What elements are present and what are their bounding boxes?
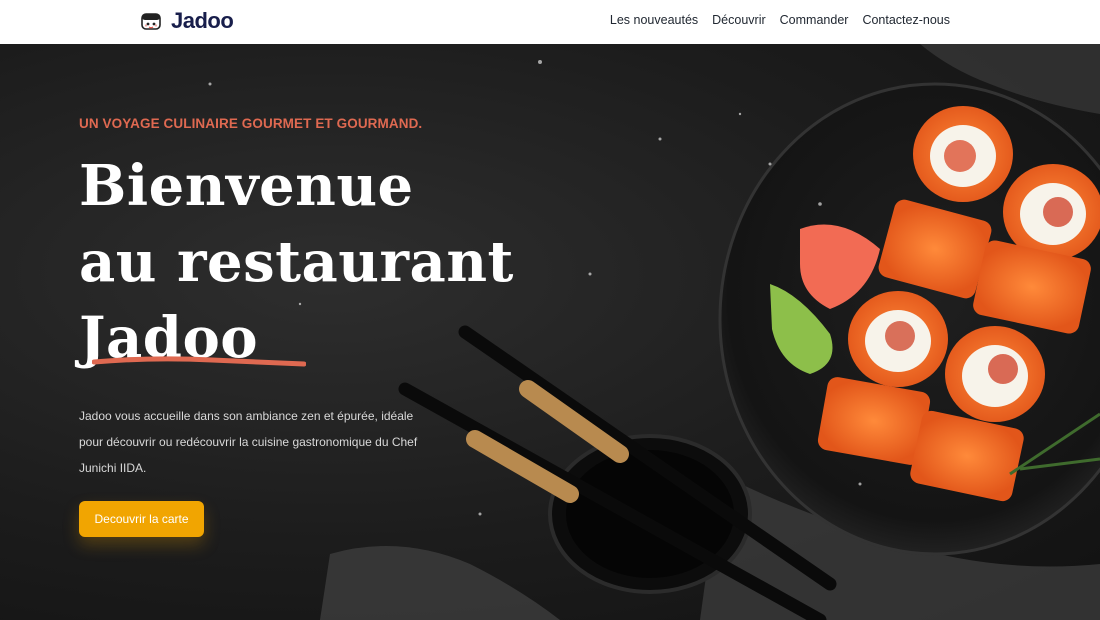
headline-line-1: Bienvenue bbox=[79, 153, 414, 219]
headline-underline bbox=[92, 356, 306, 367]
hero-headline: Bienvenue au restaurant Jadoo bbox=[79, 148, 514, 376]
nav-link-decouvrir[interactable]: Découvrir bbox=[712, 13, 766, 27]
nav-link-commander[interactable]: Commander bbox=[780, 13, 849, 27]
nav-link-contact[interactable]: Contactez-nous bbox=[862, 13, 950, 27]
hero-eyebrow: UN VOYAGE CULINAIRE GOURMET ET GOURMAND. bbox=[79, 116, 423, 131]
brand-logo[interactable]: Jadoo bbox=[140, 8, 234, 34]
navbar: Jadoo Les nouveautés Découvrir Commander… bbox=[0, 0, 1100, 44]
hero-section: UN VOYAGE CULINAIRE GOURMET ET GOURMAND.… bbox=[0, 44, 1100, 620]
main-nav: Les nouveautés Découvrir Commander Conta… bbox=[610, 13, 950, 27]
headline-line-2: au restaurant bbox=[79, 229, 514, 295]
sushi-logo-icon bbox=[141, 13, 161, 30]
hero-description: Jadoo vous accueille dans son ambiance z… bbox=[79, 409, 418, 475]
discover-menu-button[interactable]: Decouvrir la carte bbox=[79, 501, 204, 537]
brand-name: Jadoo bbox=[171, 8, 234, 33]
nav-link-nouveautes[interactable]: Les nouveautés bbox=[610, 13, 698, 27]
